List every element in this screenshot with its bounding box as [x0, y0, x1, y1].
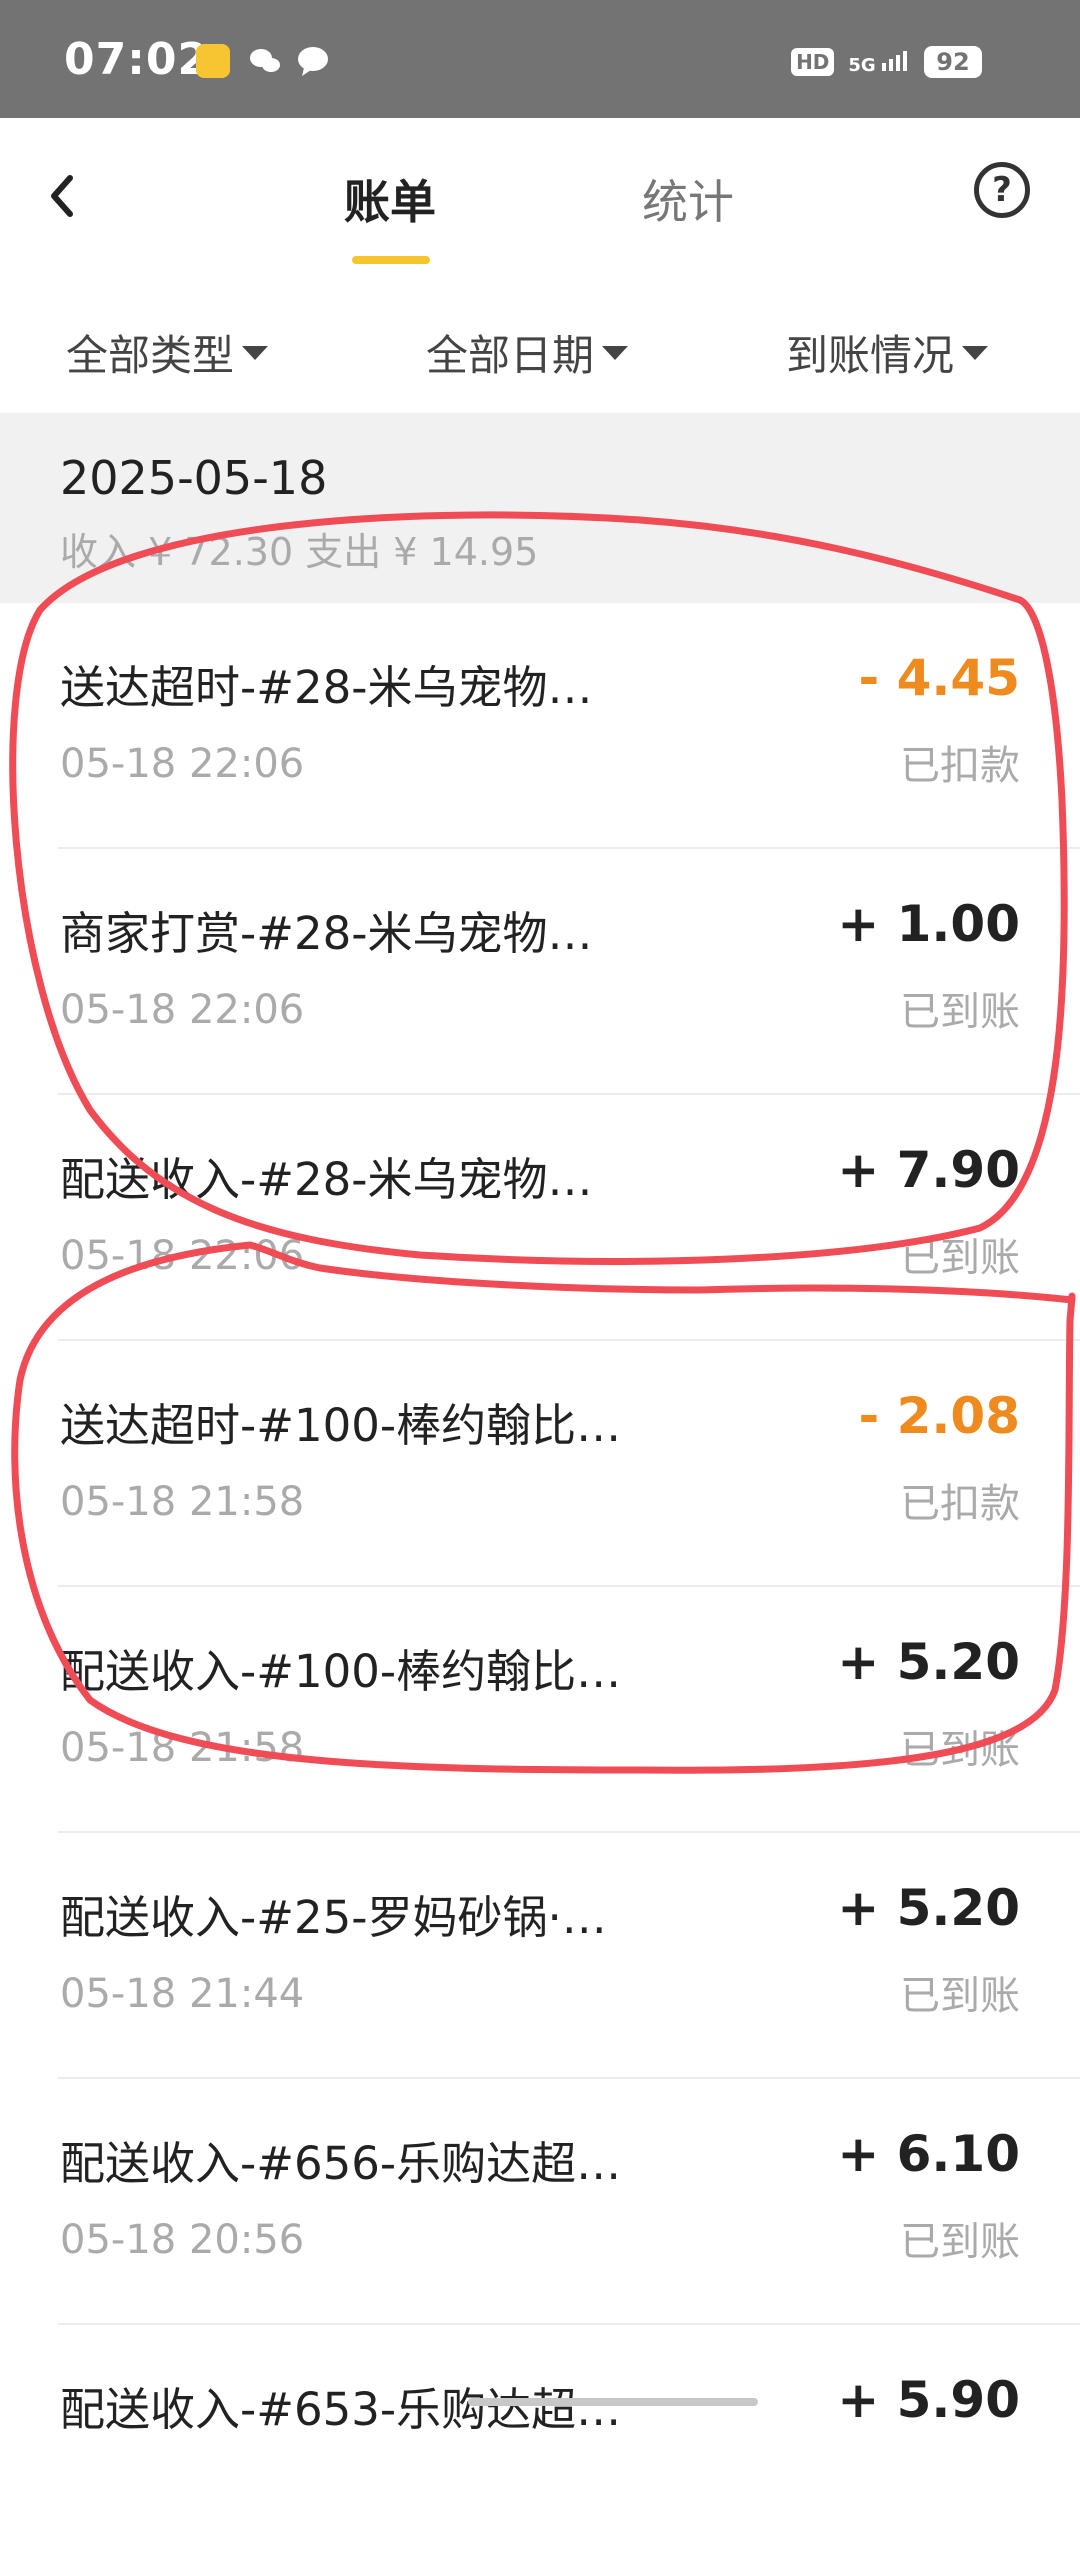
- transaction-amount: + 7.90: [837, 1141, 1020, 1199]
- signal-bars-icon: [882, 50, 907, 71]
- status-icons: HD 5G 92: [791, 44, 982, 80]
- transaction-amount: + 5.20: [837, 1879, 1020, 1937]
- transaction-amount: + 1.00: [837, 895, 1020, 953]
- transaction-time: 05-18 22:06: [60, 987, 305, 1033]
- transaction-time: 05-18 21:58: [60, 1725, 305, 1771]
- weibo-app-icon: [196, 44, 230, 78]
- chevron-left-icon[interactable]: [36, 166, 96, 226]
- date-section-header: 2025-05-18 收入 ¥ 72.30 支出 ¥ 14.95: [0, 413, 1080, 603]
- transaction-title: 配送收入-#656-乐购达超…: [60, 2137, 622, 2190]
- transaction-row[interactable]: 配送收入-#100-棒约翰比… 05-18 21:58 + 5.20 已到账: [0, 1587, 1080, 1833]
- filter-date[interactable]: 全部日期: [426, 322, 629, 383]
- network-label: 5G: [848, 54, 876, 76]
- tab-bill[interactable]: 账单: [344, 166, 436, 232]
- transaction-status: 已扣款: [900, 743, 1020, 789]
- transaction-title: 配送收入-#100-棒约翰比…: [60, 1645, 622, 1698]
- wechat-icon: [248, 44, 282, 78]
- transaction-time: 05-18 20:56: [60, 2217, 305, 2263]
- battery-indicator: 92: [924, 46, 982, 78]
- transaction-amount: - 2.08: [858, 1387, 1020, 1445]
- transaction-row[interactable]: 送达超时-#100-棒约翰比… 05-18 21:58 - 2.08 已扣款: [0, 1341, 1080, 1587]
- transaction-status: 已到账: [900, 989, 1020, 1035]
- transaction-title: 送达超时-#28-米乌宠物…: [60, 661, 593, 714]
- transaction-status: 已到账: [900, 2219, 1020, 2265]
- transaction-time: 05-18 22:06: [60, 1233, 305, 1279]
- section-date: 2025-05-18: [60, 451, 328, 505]
- transaction-amount: + 5.20: [837, 1633, 1020, 1691]
- transaction-time: 05-18 21:58: [60, 1479, 305, 1525]
- transaction-row[interactable]: 配送收入-#656-乐购达超… 05-18 20:56 + 6.10 已到账: [0, 2079, 1080, 2325]
- section-summary: 收入 ¥ 72.30 支出 ¥ 14.95: [60, 530, 539, 574]
- transaction-list: 送达超时-#28-米乌宠物… 05-18 22:06 - 4.45 已扣款 商家…: [0, 603, 1080, 2571]
- message-icon: [296, 44, 330, 78]
- filter-type-label: 全部类型: [66, 331, 235, 380]
- transaction-row[interactable]: 配送收入-#28-米乌宠物… 05-18 22:06 + 7.90 已到账: [0, 1095, 1080, 1341]
- transaction-time: 05-18 22:06: [60, 741, 305, 787]
- filter-settlement-label: 到账情况: [786, 331, 955, 380]
- signal-5g: 5G: [848, 49, 910, 76]
- transaction-row[interactable]: 商家打赏-#28-米乌宠物… 05-18 22:06 + 1.00 已到账: [0, 849, 1080, 1095]
- caret-down-icon: [602, 345, 629, 360]
- transaction-row[interactable]: 送达超时-#28-米乌宠物… 05-18 22:06 - 4.45 已扣款: [0, 603, 1080, 849]
- transaction-row[interactable]: 配送收入-#653-乐购达超… + 5.90: [0, 2325, 1080, 2571]
- filter-settlement[interactable]: 到账情况: [786, 322, 989, 383]
- transaction-title: 配送收入-#25-罗妈砂锅·…: [60, 1891, 607, 1944]
- filter-date-label: 全部日期: [426, 331, 595, 380]
- transaction-title: 商家打赏-#28-米乌宠物…: [60, 907, 593, 960]
- active-tab-indicator: [352, 256, 430, 264]
- transaction-time: 05-18 21:44: [60, 1971, 305, 2017]
- filter-bar: 全部类型 全部日期 到账情况: [0, 268, 1080, 413]
- transaction-title: 送达超时-#100-棒约翰比…: [60, 1399, 622, 1452]
- transaction-amount: + 5.90: [837, 2371, 1020, 2429]
- caret-down-icon: [962, 345, 989, 360]
- top-nav: 账单 统计 ?: [0, 118, 1080, 268]
- transaction-amount: - 4.45: [858, 649, 1020, 707]
- transaction-amount: + 6.10: [837, 2125, 1020, 2183]
- filter-type[interactable]: 全部类型: [66, 322, 269, 383]
- transaction-status: 已到账: [900, 1235, 1020, 1281]
- transaction-status: 已到账: [900, 1727, 1020, 1773]
- transaction-status: 已扣款: [900, 1481, 1020, 1527]
- home-indicator[interactable]: [468, 2398, 758, 2406]
- transaction-status: 已到账: [900, 1973, 1020, 2019]
- caret-down-icon: [242, 345, 269, 360]
- transaction-row[interactable]: 配送收入-#25-罗妈砂锅·… 05-18 21:44 + 5.20 已到账: [0, 1833, 1080, 2079]
- status-bar: 07:02 HD 5G 92: [0, 0, 1080, 118]
- tab-statistics[interactable]: 统计: [642, 166, 734, 232]
- transaction-title: 配送收入-#28-米乌宠物…: [60, 1153, 593, 1206]
- status-time: 07:02: [64, 34, 210, 85]
- question-circle-icon[interactable]: ?: [974, 162, 1030, 218]
- hd-badge: HD: [791, 48, 835, 76]
